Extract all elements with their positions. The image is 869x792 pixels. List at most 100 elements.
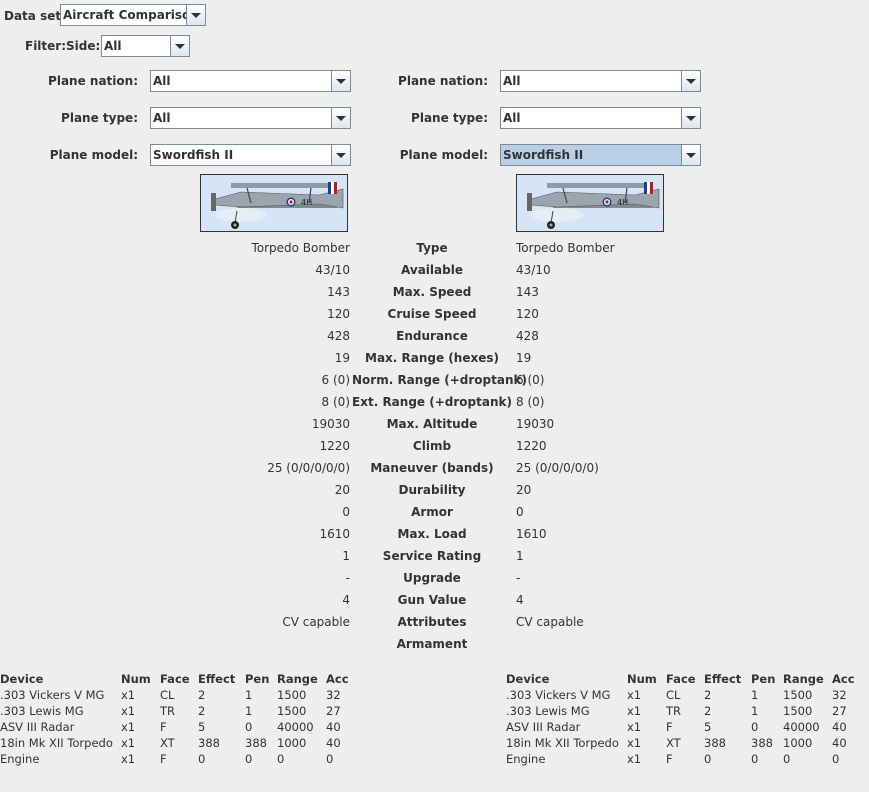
armament-cell: TR — [160, 704, 176, 718]
comparison-row: 25 (0/0/0/0/0) Maneuver (bands) 25 (0/0/0/… — [0, 457, 869, 479]
armament-cell: 1 — [751, 704, 759, 718]
left-type-select[interactable]: All — [150, 107, 351, 129]
right-value: 428 — [516, 329, 539, 343]
armament-cell: 0 — [751, 720, 759, 734]
right-value: - — [516, 571, 521, 585]
armament-cell: .303 Lewis MG — [506, 704, 590, 718]
right-value: 19 — [516, 351, 532, 365]
chevron-down-icon[interactable] — [331, 145, 350, 165]
chevron-down-icon[interactable] — [186, 5, 205, 25]
right-type-label: Plane type: — [411, 111, 488, 125]
comparison-row: 43/10 Available 43/10 — [0, 259, 869, 281]
right-value: 1220 — [516, 439, 547, 453]
stat-label: Endurance — [396, 329, 468, 343]
left-value: 120 — [327, 307, 350, 321]
armament-header-row: Device Num Face Effect Pen Range Acc — [0, 672, 360, 688]
dataset-label: Data set: — [4, 9, 66, 23]
armament-cell: 0 — [326, 752, 334, 766]
armament-cell: 1500 — [783, 704, 813, 718]
armament-row: .303 Vickers V MG x1 CL 2 1 1500 32 — [0, 688, 360, 704]
column-header: Device — [0, 672, 44, 686]
left-model-label: Plane model: — [49, 148, 138, 162]
armament-cell: 0 — [751, 752, 759, 766]
right-nation-select[interactable]: All — [500, 70, 701, 92]
armament-cell: 40000 — [277, 720, 314, 734]
comparison-row: 120 Cruise Speed 120 — [0, 303, 869, 325]
armament-cell: 2 — [704, 688, 712, 702]
left-type-label: Plane type: — [61, 111, 138, 125]
armament-cell: 1500 — [277, 688, 307, 702]
armament-cell: 1000 — [783, 736, 813, 750]
svg-text:4H: 4H — [617, 198, 628, 207]
right-type-select[interactable]: All — [500, 107, 701, 129]
armament-cell: 388 — [704, 736, 726, 750]
armament-cell: 0 — [704, 752, 712, 766]
chevron-down-icon[interactable] — [170, 36, 189, 56]
armament-cell: Engine — [506, 752, 546, 766]
armament-cell: 1500 — [277, 704, 307, 718]
left-value: 19 — [334, 351, 350, 365]
armament-cell: CL — [666, 688, 681, 702]
stat-label: Max. Load — [397, 527, 467, 541]
stat-label: Armament — [396, 637, 468, 651]
left-type-value: All — [153, 111, 171, 125]
side-select[interactable]: All — [101, 35, 190, 57]
left-value: 25 (0/0/0/0/0) — [267, 461, 350, 475]
armament-cell: x1 — [627, 720, 642, 734]
side-value: All — [104, 39, 122, 53]
armament-cell: 388 — [198, 736, 220, 750]
right-value: 43/10 — [516, 263, 551, 277]
comparison-row: 20 Durability 20 — [0, 479, 869, 501]
chevron-down-icon[interactable] — [681, 145, 700, 165]
column-header: Acc — [326, 672, 349, 686]
left-value: 4 — [342, 593, 350, 607]
armament-row: ASV III Radar x1 F 5 0 40000 40 — [506, 720, 866, 736]
left-value: 8 (0) — [321, 395, 350, 409]
right-value: 25 (0/0/0/0/0) — [516, 461, 599, 475]
column-header: Device — [506, 672, 550, 686]
stat-label: Upgrade — [403, 571, 461, 585]
comparison-row: 0 Armor 0 — [0, 501, 869, 523]
armament-cell: x1 — [627, 704, 642, 718]
armament-row: ASV III Radar x1 F 5 0 40000 40 — [0, 720, 360, 736]
armament-cell: 1 — [751, 688, 759, 702]
column-header: Face — [666, 672, 696, 686]
armament-cell: 0 — [245, 752, 253, 766]
armament-cell: 32 — [832, 688, 847, 702]
left-value: 1 — [342, 549, 350, 563]
chevron-down-icon[interactable] — [331, 108, 350, 128]
armament-cell: 0 — [783, 752, 791, 766]
armament-cell: x1 — [627, 688, 642, 702]
left-value: 143 — [327, 285, 350, 299]
armament-cell: 27 — [832, 704, 847, 718]
left-value: - — [345, 571, 350, 585]
left-model-select[interactable]: Swordfish II — [150, 144, 351, 166]
right-type-value: All — [503, 111, 521, 125]
right-value: Torpedo Bomber — [516, 241, 615, 255]
left-value: 1610 — [319, 527, 350, 541]
right-value: 1 — [516, 549, 524, 563]
comparison-row: Torpedo Bomber Type Torpedo Bomber — [0, 237, 869, 259]
chevron-down-icon[interactable] — [331, 71, 350, 91]
chevron-down-icon[interactable] — [681, 108, 700, 128]
left-nation-select[interactable]: All — [150, 70, 351, 92]
stat-label: Attributes — [397, 615, 467, 629]
armament-cell: 5 — [198, 720, 206, 734]
armament-cell: 0 — [198, 752, 206, 766]
svg-text:4H: 4H — [301, 198, 312, 207]
stat-label: Durability — [398, 483, 466, 497]
column-header: Num — [121, 672, 151, 686]
dataset-select[interactable]: Aircraft Comparison — [60, 4, 206, 26]
chevron-down-icon[interactable] — [681, 71, 700, 91]
column-header: Pen — [245, 672, 270, 686]
right-model-value: Swordfish II — [503, 148, 584, 162]
column-header: Range — [783, 672, 824, 686]
armament-row: .303 Vickers V MG x1 CL 2 1 1500 32 — [506, 688, 866, 704]
right-model-select[interactable]: Swordfish II — [500, 144, 701, 166]
left-value: 0 — [342, 505, 350, 519]
comparison-row: 4 Gun Value 4 — [0, 589, 869, 611]
armament-cell: ASV III Radar — [506, 720, 581, 734]
stat-label: Service Rating — [382, 549, 482, 563]
stat-label: Climb — [412, 439, 452, 453]
armament-cell: 40000 — [783, 720, 820, 734]
